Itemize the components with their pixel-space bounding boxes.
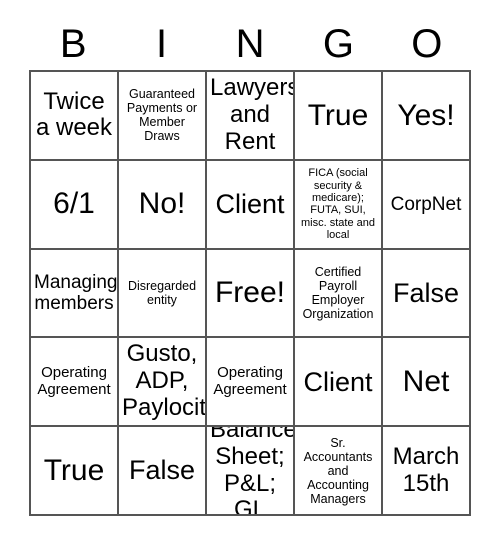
bingo-cell-g3[interactable]: Certified Payroll Employer Organization <box>295 249 383 339</box>
bingo-cell-g2[interactable]: FICA (social security & medicare); FUTA,… <box>295 160 383 250</box>
bingo-cell-text: FICA (social security & medicare); FUTA,… <box>301 167 375 241</box>
bingo-cell-text: False <box>392 277 460 308</box>
bingo-cell-g5[interactable]: Sr. Accountants and Accounting Managers <box>295 427 383 516</box>
bingo-cell-text: 6/1 <box>53 187 95 221</box>
bingo-cell-text: False <box>128 455 196 486</box>
bingo-cell-b3[interactable]: Managing members <box>31 249 119 339</box>
bingo-cell-text: Guaranteed Payments or Member Draws <box>126 87 198 144</box>
bingo-cell-text: Lawyers and Rent <box>210 74 295 155</box>
bingo-header-row: B I N G O <box>29 18 471 70</box>
bingo-cell-text: Gusto, ADP, Paylocity <box>122 340 207 422</box>
bingo-cell-o3[interactable]: False <box>383 249 471 339</box>
bingo-cell-text: Operating Agreement <box>37 363 111 398</box>
bingo-cell-n2[interactable]: Client <box>207 160 295 250</box>
bingo-cell-b5[interactable]: True <box>31 427 119 516</box>
bingo-header-letter-o: O <box>411 22 443 66</box>
bingo-card: B I N G O Twice a week Guaranteed Payment… <box>0 0 500 544</box>
bingo-header-letter-g: G <box>322 22 354 66</box>
bingo-header-letter-n: N <box>235 22 265 66</box>
bingo-cell-b4[interactable]: Operating Agreement <box>31 338 119 428</box>
bingo-cell-o4[interactable]: Net <box>383 338 471 428</box>
bingo-cell-text: Operating Agreement <box>213 363 287 398</box>
bingo-cell-text: Certified Payroll Employer Organization <box>302 264 374 321</box>
bingo-cell-i5[interactable]: False <box>119 427 207 516</box>
bingo-cell-i1[interactable]: Guaranteed Payments or Member Draws <box>119 72 207 161</box>
bingo-cell-i2[interactable]: No! <box>119 160 207 250</box>
bingo-cell-g1[interactable]: True <box>295 72 383 161</box>
bingo-cell-text: March 15th <box>392 442 460 497</box>
bingo-cell-text: No! <box>138 187 186 221</box>
bingo-cell-o2[interactable]: CorpNet <box>383 160 471 250</box>
bingo-cell-n1[interactable]: Lawyers and Rent <box>207 72 295 161</box>
bingo-header-letter-b: B <box>59 22 87 66</box>
bingo-cell-text: Client <box>303 366 373 397</box>
bingo-cell-b1[interactable]: Twice a week <box>31 72 119 161</box>
bingo-cell-b2[interactable]: 6/1 <box>31 160 119 250</box>
bingo-cell-g4[interactable]: Client <box>295 338 383 428</box>
bingo-cell-text: Managing members <box>34 271 118 314</box>
bingo-cell-o1[interactable]: Yes! <box>383 72 471 161</box>
bingo-cell-text: Disregarded entity <box>127 278 197 307</box>
bingo-cell-o5[interactable]: March 15th <box>383 427 471 516</box>
bingo-cell-text: Client <box>215 189 285 220</box>
bingo-cell-n4[interactable]: Operating Agreement <box>207 338 295 428</box>
bingo-grid: Twice a week Guaranteed Payments or Membe… <box>29 70 471 516</box>
bingo-cell-text: Yes! <box>397 98 455 132</box>
bingo-cell-i3[interactable]: Disregarded entity <box>119 249 207 339</box>
bingo-cell-text: True <box>43 453 105 487</box>
bingo-cell-text: Twice a week <box>35 87 113 142</box>
bingo-cell-i4[interactable]: Gusto, ADP, Paylocity <box>119 338 207 428</box>
bingo-cell-text: Sr. Accountants and Accounting Managers <box>303 435 373 506</box>
bingo-cell-n5[interactable]: Balance Sheet; P&L; GL <box>207 427 295 516</box>
bingo-cell-n3[interactable]: Free! <box>207 249 295 339</box>
bingo-header-letter-i: I <box>156 22 168 66</box>
bingo-cell-text: Free! <box>214 276 286 310</box>
bingo-cell-text: Net <box>402 364 450 398</box>
bingo-cell-text: True <box>307 98 369 132</box>
bingo-cell-text: CorpNet <box>390 193 462 215</box>
bingo-cell-text: Balance Sheet; P&L; GL <box>210 427 295 516</box>
